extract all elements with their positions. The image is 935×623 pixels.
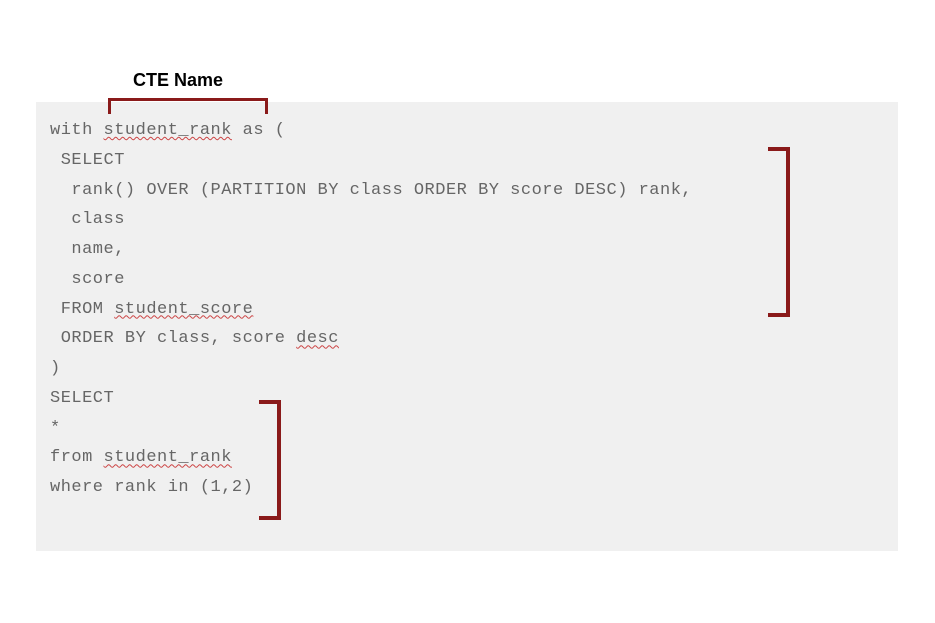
code-line-6: score bbox=[50, 265, 884, 295]
code-line-3: rank() OVER (PARTITION BY class ORDER BY… bbox=[50, 176, 884, 206]
code-line-2: SELECT bbox=[50, 146, 884, 176]
code-line-13: from student_rank bbox=[50, 443, 884, 473]
underline-student-rank-2: student_rank bbox=[104, 448, 232, 467]
code-line-14: where rank in (1,2) bbox=[50, 473, 884, 503]
code-line-12: * bbox=[50, 414, 884, 444]
code-line-4: class bbox=[50, 205, 884, 235]
code-line-8: ORDER BY class, score desc bbox=[50, 324, 884, 354]
code-line-7: FROM student_score bbox=[50, 295, 884, 325]
underline-student-score: student_score bbox=[114, 300, 253, 319]
code-line-5: name, bbox=[50, 235, 884, 265]
code-line-9: ) bbox=[50, 354, 884, 384]
code-line-11: SELECT bbox=[50, 384, 884, 414]
underline-desc: desc bbox=[296, 329, 339, 348]
code-block: with student_rank as ( SELECT rank() OVE… bbox=[36, 102, 898, 551]
underline-student-rank-1: student_rank bbox=[104, 121, 232, 140]
code-line-1: with student_rank as ( bbox=[50, 116, 884, 146]
label-cte-name: CTE Name bbox=[133, 70, 223, 91]
